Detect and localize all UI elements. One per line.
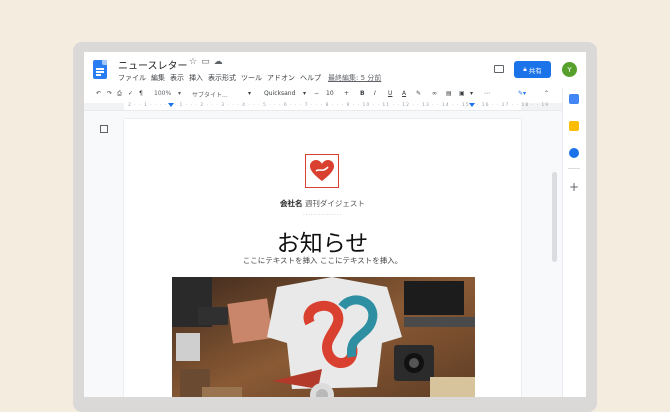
body-text: ここにテキストを挿入 ここにテキストを挿入。	[242, 256, 403, 265]
font-size-decrease[interactable]: −	[314, 90, 319, 97]
star-icon[interactable]: ☆	[189, 57, 201, 67]
folder-icon[interactable]: ▭	[201, 57, 214, 67]
menu-bar: ファイル 編集 表示 挿入 表示形式 ツール アドオン ヘルプ 最終編集: 5 分前	[118, 73, 386, 83]
menu-insert[interactable]: 挿入	[189, 74, 203, 82]
tasks-icon[interactable]	[569, 148, 579, 158]
docs-logo-icon[interactable]	[93, 60, 107, 79]
font-size-increase[interactable]: +	[344, 90, 349, 97]
add-comment-icon[interactable]: ▤	[446, 90, 452, 97]
title-icons: ☆▭☁	[189, 57, 227, 67]
italic-button[interactable]: I	[374, 90, 376, 97]
vertical-scrollbar[interactable]	[552, 172, 557, 262]
left-indent-handle[interactable]	[168, 103, 174, 107]
comment-icon[interactable]	[494, 65, 504, 73]
font-size-input[interactable]: 10	[326, 90, 334, 97]
page-heading: お知らせ	[276, 231, 369, 257]
editing-mode-icon[interactable]: ✎▾	[518, 90, 526, 97]
font-select[interactable]: Quicksand	[264, 90, 295, 97]
document-page[interactable]: 会社名 週刊ダイジェスト ··············· お知らせ ここにテキス…	[124, 119, 521, 397]
ruler: 2 · · 1 · · · · · · 1 · · · 2 · · · 3 · …	[84, 103, 562, 111]
calendar-icon[interactable]	[569, 94, 579, 104]
last-edit-link[interactable]: 最終編集: 5 分前	[328, 74, 381, 82]
share-button[interactable]: 🔒︎ 共有	[514, 61, 551, 78]
zoom-dropdown-icon: ▾	[178, 90, 182, 97]
heart-logo	[305, 154, 339, 188]
style-dropdown-icon: ▾	[248, 90, 252, 97]
menu-help[interactable]: ヘルプ	[300, 74, 321, 82]
add-addon-button[interactable]: +	[569, 180, 579, 194]
insert-image-icon[interactable]: ▣	[459, 90, 465, 97]
undo-icon[interactable]: ↶	[96, 90, 101, 97]
cloud-icon: ☁	[213, 57, 227, 67]
docs-window: ニュースレター ☆▭☁ ファイル 編集 表示 挿入 表示形式 ツール アドオン ヘルプ 最終編集…	[84, 52, 586, 397]
menu-tools[interactable]: ツール	[241, 74, 262, 82]
document-canvas: 会社名 週刊ダイジェスト ··············· お知らせ ここにテキス…	[84, 111, 562, 397]
company-line: 会社名 週刊ダイジェスト	[124, 198, 521, 209]
menu-edit[interactable]: 編集	[151, 74, 165, 82]
company-name: 会社名	[280, 199, 303, 208]
link-icon[interactable]: ∞	[432, 90, 437, 97]
avatar[interactable]: Y	[562, 62, 577, 77]
document-title[interactable]: ニュースレター	[118, 57, 188, 72]
highlight-icon[interactable]: ✎	[416, 90, 421, 97]
underline-button[interactable]: U	[388, 90, 392, 97]
newsletter-photo[interactable]	[172, 277, 475, 397]
menu-format[interactable]: 表示形式	[208, 74, 236, 82]
share-label: 共有	[528, 66, 542, 75]
lock-icon: 🔒︎	[523, 65, 527, 73]
spellcheck-icon[interactable]: ✓	[128, 90, 133, 97]
print-icon[interactable]: ⎙	[117, 90, 122, 98]
divider: ···············	[303, 212, 342, 218]
menu-addons[interactable]: アドオン	[267, 74, 295, 82]
docs-header: ニュースレター ☆▭☁ ファイル 編集 表示 挿入 表示形式 ツール アドオン ヘルプ 最終編集…	[84, 52, 586, 88]
right-indent-handle[interactable]	[469, 103, 475, 107]
paint-format-icon[interactable]: ¶	[139, 90, 143, 97]
menu-view[interactable]: 表示	[170, 74, 184, 82]
font-dropdown-icon: ▾	[303, 90, 307, 97]
side-panel-divider	[568, 168, 580, 169]
redo-icon[interactable]: ↷	[107, 90, 112, 97]
document-outline-icon[interactable]	[100, 125, 108, 133]
style-select[interactable]: サブタイト...	[192, 90, 228, 99]
zoom-select[interactable]: 100%	[154, 90, 171, 97]
keep-icon[interactable]	[569, 121, 579, 131]
collapse-icon[interactable]: ⌃	[544, 90, 549, 97]
ruler-ticks: 2 · · 1 · · · · · · 1 · · · 2 · · · 3 · …	[128, 103, 550, 108]
image-dropdown-icon: ▾	[470, 90, 474, 97]
bold-button[interactable]: B	[360, 90, 365, 97]
flatlay-photo	[172, 277, 475, 397]
formatting-toolbar: ↶ ↷ ⎙ ✓ ¶ 100% ▾ サブタイト... ▾ Quicksand ▾ …	[84, 88, 562, 102]
digest-label: 週刊ダイジェスト	[304, 199, 365, 208]
heart-icon	[310, 160, 334, 181]
more-options-button[interactable]: ⋯	[484, 90, 490, 97]
menu-file[interactable]: ファイル	[118, 74, 146, 82]
text-color-button[interactable]: A	[402, 90, 406, 97]
side-panel: +	[562, 88, 586, 397]
